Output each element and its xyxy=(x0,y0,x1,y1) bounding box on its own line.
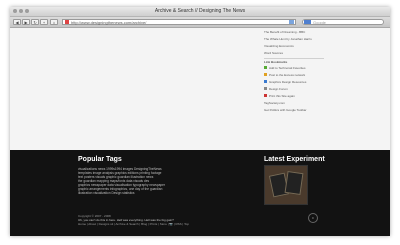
divider xyxy=(264,58,324,59)
search-placeholder: Google xyxy=(313,20,326,25)
bookmark-link[interactable]: Get Politics with Google Toolbar xyxy=(264,108,306,112)
forward-button[interactable]: ▶ xyxy=(22,19,30,25)
search-input[interactable]: Google xyxy=(302,19,384,25)
sidebar-link[interactable]: The Benefit of Dreaming - BBC xyxy=(264,30,305,34)
sidebar-link[interactable]: The Whale Hunt by Jonathan Harris xyxy=(264,37,312,41)
page-footer: Popular Tags visualizations news 1999s19… xyxy=(10,150,390,236)
back-button[interactable]: ◀ xyxy=(13,19,21,25)
site-favicon-icon xyxy=(65,20,69,24)
address-bar[interactable]: http://www.designingthenews.com/archive/ xyxy=(62,19,296,25)
forum-icon xyxy=(264,87,267,90)
browser-window: Archive & Search // Designing The News ◀… xyxy=(10,7,390,236)
bookmark-link[interactable]: TagSociety.com xyxy=(264,101,285,105)
bookmark-link[interactable]: Design Forum xyxy=(269,87,288,91)
bookmark-link[interactable]: Add to Technorati Favorites xyxy=(269,66,305,70)
url-text: http://www.designingthenews.com/archive/ xyxy=(71,20,147,25)
bookmark-link[interactable]: Post to the Excess network xyxy=(269,73,305,77)
latest-experiment-image[interactable] xyxy=(264,165,308,205)
excess-icon xyxy=(264,73,267,76)
home-button[interactable]: ⌂ xyxy=(50,19,58,25)
add-bookmark-button[interactable]: + xyxy=(40,19,48,25)
sidebar-link[interactable]: Word Sources xyxy=(264,51,283,55)
graphics-icon xyxy=(264,80,267,83)
rss-icon[interactable] xyxy=(289,20,294,24)
bookmark-link[interactable]: Print this Site again xyxy=(269,94,295,98)
reload-button[interactable]: ↻ xyxy=(31,19,39,25)
browser-toolbar: ◀ ▶ ↻ + ⌂ http://www.designingthenews.co… xyxy=(10,17,390,28)
technorati-icon xyxy=(264,66,267,69)
title-bar: Archive & Search // Designing The News xyxy=(10,7,390,17)
print-icon xyxy=(264,94,267,97)
site-logo-icon[interactable]: D xyxy=(308,213,318,223)
bookmark-link[interactable]: Graphics Design Resources xyxy=(269,80,306,84)
experiment-card-right xyxy=(284,170,304,196)
footer-nav[interactable]: Home | About | Designs sit | Archive & S… xyxy=(78,222,189,226)
tag-cloud-line[interactable]: illustration visualization Design statis… xyxy=(78,191,135,195)
sidebar-link[interactable]: Visualizing Economics xyxy=(264,44,294,48)
bookmarks-heading: Link Bookmarks xyxy=(264,60,288,64)
window-title: Archive & Search // Designing The News xyxy=(154,8,246,14)
popular-tags-heading: Popular Tags xyxy=(78,156,122,163)
page-content: The Benefit of Dreaming - BBC The Whale … xyxy=(10,28,390,150)
search-engine-icon[interactable] xyxy=(304,20,311,24)
latest-experiment-heading: Latest Experiment xyxy=(264,156,325,163)
